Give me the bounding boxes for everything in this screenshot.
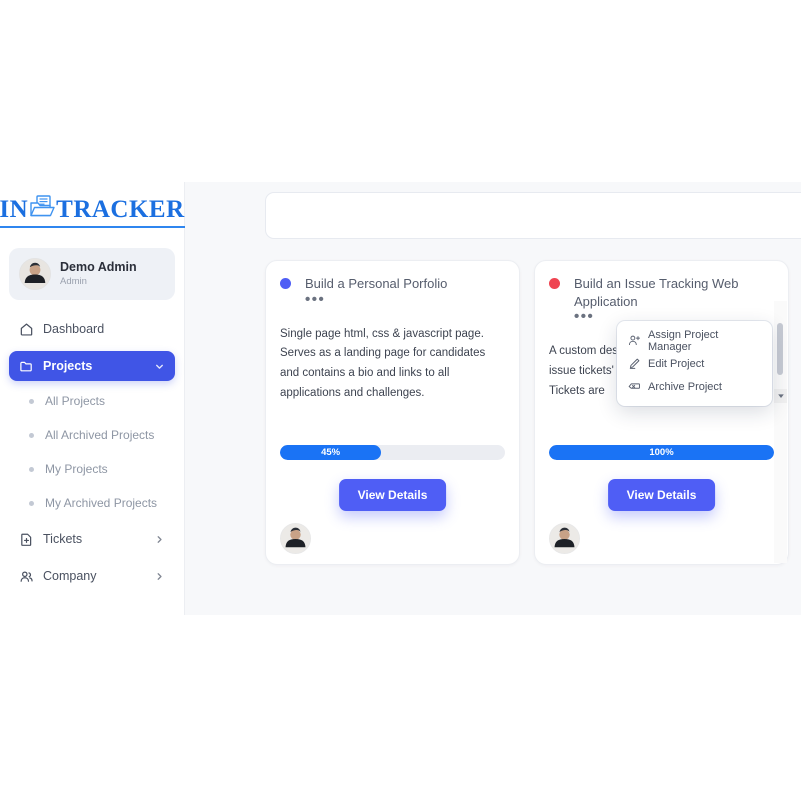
sidebar-subnav-projects: All Projects All Archived Projects My Pr… [9, 388, 175, 516]
app-viewport: IN TRACKER Demo Admin Admin Dashboard Pr… [0, 182, 801, 615]
archive-box-icon [627, 380, 641, 394]
sidebar-subitem-label: All Archived Projects [45, 428, 155, 442]
view-details-button[interactable]: View Details [607, 479, 716, 511]
logo-wordmark: IN TRACKER [0, 194, 185, 228]
ticket-document-icon [19, 532, 34, 547]
sidebar-item-label: Projects [43, 359, 93, 373]
project-title: Build an Issue Tracking Web Application [574, 276, 739, 309]
sidebar-nav: Dashboard Projects All Projects All Arch… [0, 314, 184, 591]
card-menu-button[interactable]: ••• [305, 292, 505, 307]
status-badge [280, 278, 291, 289]
sidebar-item-company[interactable]: Company [9, 561, 175, 591]
bullet-icon [29, 500, 34, 506]
description-scrollbar[interactable] [774, 301, 787, 563]
scroll-down-arrow-icon[interactable] [774, 389, 787, 403]
people-icon [19, 569, 34, 584]
sidebar-profile-card[interactable]: Demo Admin Admin [9, 248, 175, 300]
folder-icon [19, 359, 34, 374]
logo-text-right: TRACKER [56, 195, 185, 223]
sidebar-subitem-label: My Archived Projects [45, 496, 158, 510]
chevron-right-icon [157, 572, 162, 580]
menu-item-assign-project-manager[interactable]: Assign Project Manager [617, 328, 772, 353]
project-context-menu: Assign Project Manager Edit Project Arch… [617, 321, 772, 406]
bullet-icon [29, 466, 34, 472]
status-badge [549, 278, 560, 289]
progress-bar-fill: 45% [280, 445, 382, 460]
main-content: Build a Personal Porfolio ••• Single pag… [185, 182, 801, 615]
card-header: Build a Personal Porfolio [280, 275, 505, 293]
sidebar-item-projects[interactable]: Projects [9, 351, 175, 381]
sidebar-item-all-archived-projects[interactable]: All Archived Projects [9, 422, 175, 448]
sidebar-subitem-label: My Projects [45, 462, 108, 476]
avatar [19, 258, 51, 290]
progress-bar: 100% [549, 445, 774, 460]
bullet-icon [29, 398, 34, 404]
menu-item-label: Archive Project [648, 380, 722, 393]
project-title: Build a Personal Porfolio [305, 276, 448, 291]
sidebar-item-tickets[interactable]: Tickets [9, 524, 175, 554]
sidebar-item-label: Company [43, 569, 97, 583]
menu-item-archive-project[interactable]: Archive Project [617, 375, 772, 398]
progress-bar-fill: 100% [549, 445, 774, 460]
chevron-down-icon [156, 364, 163, 369]
profile-role: Admin [60, 275, 87, 287]
user-plus-icon [627, 334, 641, 348]
home-icon [19, 322, 34, 337]
project-description: Single page html, css & javascript page.… [280, 327, 486, 399]
profile-name: Demo Admin [60, 260, 137, 275]
project-card-list: Build a Personal Porfolio ••• Single pag… [265, 260, 789, 565]
menu-item-label: Assign Project Manager [648, 328, 719, 353]
view-details-button[interactable]: View Details [338, 479, 447, 511]
sidebar-item-my-projects[interactable]: My Projects [9, 456, 175, 482]
top-bar-panel [265, 192, 801, 239]
pencil-icon [627, 357, 641, 371]
sidebar-item-label: Tickets [43, 532, 83, 546]
avatar[interactable] [280, 523, 311, 554]
sidebar-subitem-label: All Projects [45, 394, 106, 408]
sidebar: IN TRACKER Demo Admin Admin Dashboard Pr… [0, 182, 185, 615]
project-card[interactable]: Build a Personal Porfolio ••• Single pag… [265, 260, 520, 565]
menu-item-edit-project[interactable]: Edit Project [617, 352, 772, 375]
app-logo[interactable]: IN TRACKER [0, 182, 185, 236]
bullet-icon [29, 432, 34, 438]
sidebar-item-my-archived-projects[interactable]: My Archived Projects [9, 490, 175, 516]
sidebar-item-dashboard[interactable]: Dashboard [9, 314, 175, 344]
progress-bar: 45% [280, 445, 505, 460]
menu-item-label: Edit Project [648, 357, 705, 370]
folder-document-icon [29, 194, 55, 224]
sidebar-item-label: Dashboard [43, 322, 105, 336]
sidebar-item-all-projects[interactable]: All Projects [9, 388, 175, 414]
logo-text-left: IN [0, 195, 29, 223]
card-header: Build an Issue Tracking Web Application [549, 275, 774, 310]
scrollbar-thumb[interactable] [777, 323, 783, 375]
project-card[interactable]: Build an Issue Tracking Web Application … [534, 260, 789, 565]
chevron-right-icon [157, 535, 162, 543]
avatar[interactable] [549, 523, 580, 554]
